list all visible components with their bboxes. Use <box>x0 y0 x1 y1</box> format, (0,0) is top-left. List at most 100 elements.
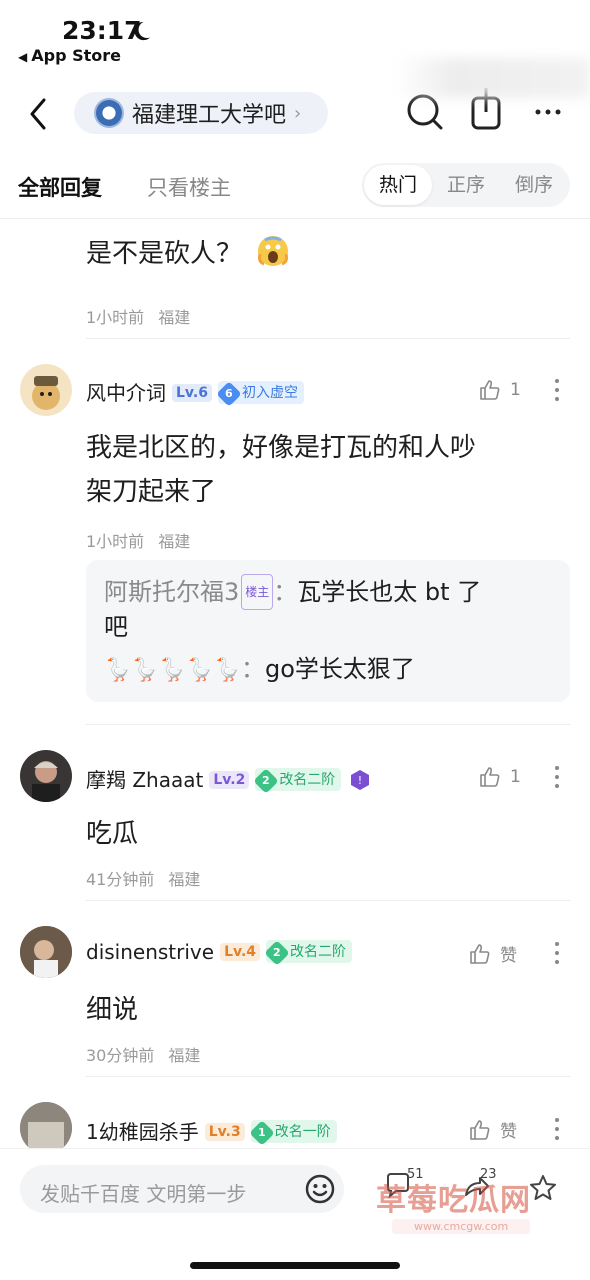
sub-replies[interactable]: 阿斯托尔福3 楼主 ：瓦学长也太 bt 了 吧 🪿🪿🪿🪿🪿：go学长太狠了 <box>86 560 570 702</box>
avatar-image <box>32 376 60 410</box>
username-row: disinenstrive Lv.4 2 改名二阶 <box>86 940 353 966</box>
like-button[interactable]: 1 <box>478 765 521 789</box>
badge-label: 改名一阶 <box>274 1124 331 1140</box>
post-text-line: 架刀起来了 <box>86 477 217 507</box>
badge-diamond-icon: 2 <box>264 940 290 966</box>
level-badge: Lv.3 <box>204 1123 245 1141</box>
home-indicator <box>190 1262 400 1269</box>
reply-tabs: 全部回复 只看楼主 热门 正序 倒序 <box>0 160 590 216</box>
watermark: 草莓吃瓜网 <box>376 1183 531 1218</box>
title-badge: 6 初入虚空 <box>216 381 304 407</box>
post-location: 福建 <box>168 870 201 889</box>
sub-reply-text: go学长太狠了 <box>264 655 415 683</box>
post-location: 福建 <box>168 1046 201 1065</box>
post-content: 我是北区的，好像是打瓦的和人吵 架刀起来了 <box>86 426 476 514</box>
sub-reply-text: 吧 <box>104 613 128 641</box>
like-count: 1 <box>510 767 521 787</box>
username[interactable]: 1幼稚园杀手 <box>86 1120 199 1144</box>
tab-all-replies[interactable]: 全部回复 <box>18 172 102 202</box>
bottom-bar: 发贴千百度 文明第一步 51 23 草莓吃瓜网 www.cmcgw.com <box>0 1148 590 1280</box>
post-time: 30分钟前 <box>86 1046 155 1065</box>
username-row: 风中介词 Lv.6 6 初入虚空 <box>86 377 304 407</box>
badge-diamond-icon: 1 <box>248 1120 275 1146</box>
title-badge: 2 改名二阶 <box>253 768 342 794</box>
sub-reply-author[interactable]: 🪿🪿🪿🪿🪿 <box>104 658 241 683</box>
like-button[interactable]: 赞 <box>468 941 517 966</box>
username[interactable]: disinenstrive <box>86 940 214 964</box>
sub-reply-text: 瓦学长也太 bt 了 <box>297 578 482 606</box>
avatar[interactable] <box>20 926 72 978</box>
back-to-app-store[interactable]: ◀ App Store <box>18 46 121 65</box>
svg-text:!: ! <box>358 774 362 787</box>
divider <box>86 724 570 725</box>
more-vertical-icon[interactable] <box>549 764 565 790</box>
back-arrow-icon[interactable] <box>24 96 56 132</box>
like-button[interactable]: 赞 <box>468 1117 517 1142</box>
smile-icon[interactable] <box>304 1173 336 1205</box>
post-meta: 1小时前 福建 <box>86 528 190 552</box>
more-vertical-icon[interactable] <box>549 940 565 966</box>
forum-name: 福建理工大学吧 <box>132 103 287 128</box>
post-content: 吃瓜 <box>86 819 139 849</box>
post-text-line: 我是北区的，好像是打瓦的和人吵 <box>86 433 477 463</box>
like-button[interactable]: 1 <box>478 378 521 402</box>
gem-badge-icon: ! <box>351 770 370 790</box>
more-icon <box>535 109 561 115</box>
avatar[interactable] <box>20 750 72 802</box>
badge-diamond-icon: 2 <box>253 768 280 794</box>
watermark-url: www.cmcgw.com <box>392 1219 531 1234</box>
like-label: 赞 <box>500 946 517 966</box>
forum-logo <box>94 98 124 128</box>
tab-owner-only[interactable]: 只看楼主 <box>147 172 231 202</box>
post-meta: 41分钟前 福建 <box>86 866 200 890</box>
search-icon <box>407 94 443 130</box>
divider <box>0 218 590 219</box>
username[interactable]: 摩羯 Zhaaat <box>86 768 203 792</box>
owner-tag: 楼主 <box>241 574 274 610</box>
blurred-region <box>395 58 590 98</box>
reply-input[interactable]: 发贴千百度 文明第一步 <box>20 1165 344 1213</box>
more-vertical-icon[interactable] <box>549 1116 565 1142</box>
post-meta: 30分钟前 福建 <box>86 1042 200 1066</box>
sort-hot[interactable]: 热门 <box>364 165 432 205</box>
thumbs-up-icon <box>480 380 500 400</box>
title-badge: 1 改名一阶 <box>248 1120 337 1146</box>
back-triangle-icon: ◀ <box>18 50 28 64</box>
more-vertical-icon[interactable] <box>549 377 565 403</box>
thumbs-up-icon <box>480 767 500 787</box>
level-badge: Lv.6 <box>172 384 212 402</box>
divider <box>86 1076 570 1077</box>
sort-descending[interactable]: 倒序 <box>500 163 568 207</box>
star-icon[interactable] <box>528 1173 558 1203</box>
username-row: 1幼稚园杀手 Lv.3 1 改名一阶 <box>86 1116 337 1146</box>
like-label: 赞 <box>500 1122 517 1142</box>
sort-ascending[interactable]: 正序 <box>432 163 500 207</box>
username-row: 摩羯 Zhaaat Lv.2 2 改名二阶! <box>86 764 371 794</box>
moon-icon <box>134 21 151 41</box>
back-app-label: App Store <box>31 46 121 65</box>
sub-reply-author[interactable]: 阿斯托尔福3 <box>104 578 239 606</box>
post-location: 福建 <box>158 308 191 327</box>
badge-label: 初入虚空 <box>241 385 298 401</box>
sub-reply: 阿斯托尔福3 楼主 ：瓦学长也太 bt 了 吧 <box>104 574 481 644</box>
reply-placeholder: 发贴千百度 文明第一步 <box>40 1182 247 1206</box>
post-text: 是不是砍人？ <box>86 239 243 269</box>
badge-label: 改名二阶 <box>290 944 347 960</box>
avatar[interactable] <box>20 1102 72 1154</box>
avatar-image <box>32 761 60 802</box>
divider <box>86 900 570 901</box>
post-time: 1小时前 <box>86 308 145 327</box>
avatar-image <box>20 1102 72 1154</box>
username[interactable]: 风中介词 <box>86 381 166 405</box>
badge-label: 改名二阶 <box>279 772 336 788</box>
badge-diamond-icon: 6 <box>216 381 242 407</box>
chevron-right-icon: › <box>294 102 302 124</box>
post-time: 1小时前 <box>86 532 145 551</box>
avatar[interactable] <box>20 364 72 416</box>
thumbs-up-icon <box>470 1119 490 1140</box>
post-meta: 1小时前 福建 <box>86 304 190 328</box>
avatar-image <box>20 926 72 978</box>
like-count: 1 <box>510 380 521 400</box>
level-badge: Lv.4 <box>220 943 261 961</box>
forum-link[interactable]: 福建理工大学吧 › <box>74 92 328 134</box>
